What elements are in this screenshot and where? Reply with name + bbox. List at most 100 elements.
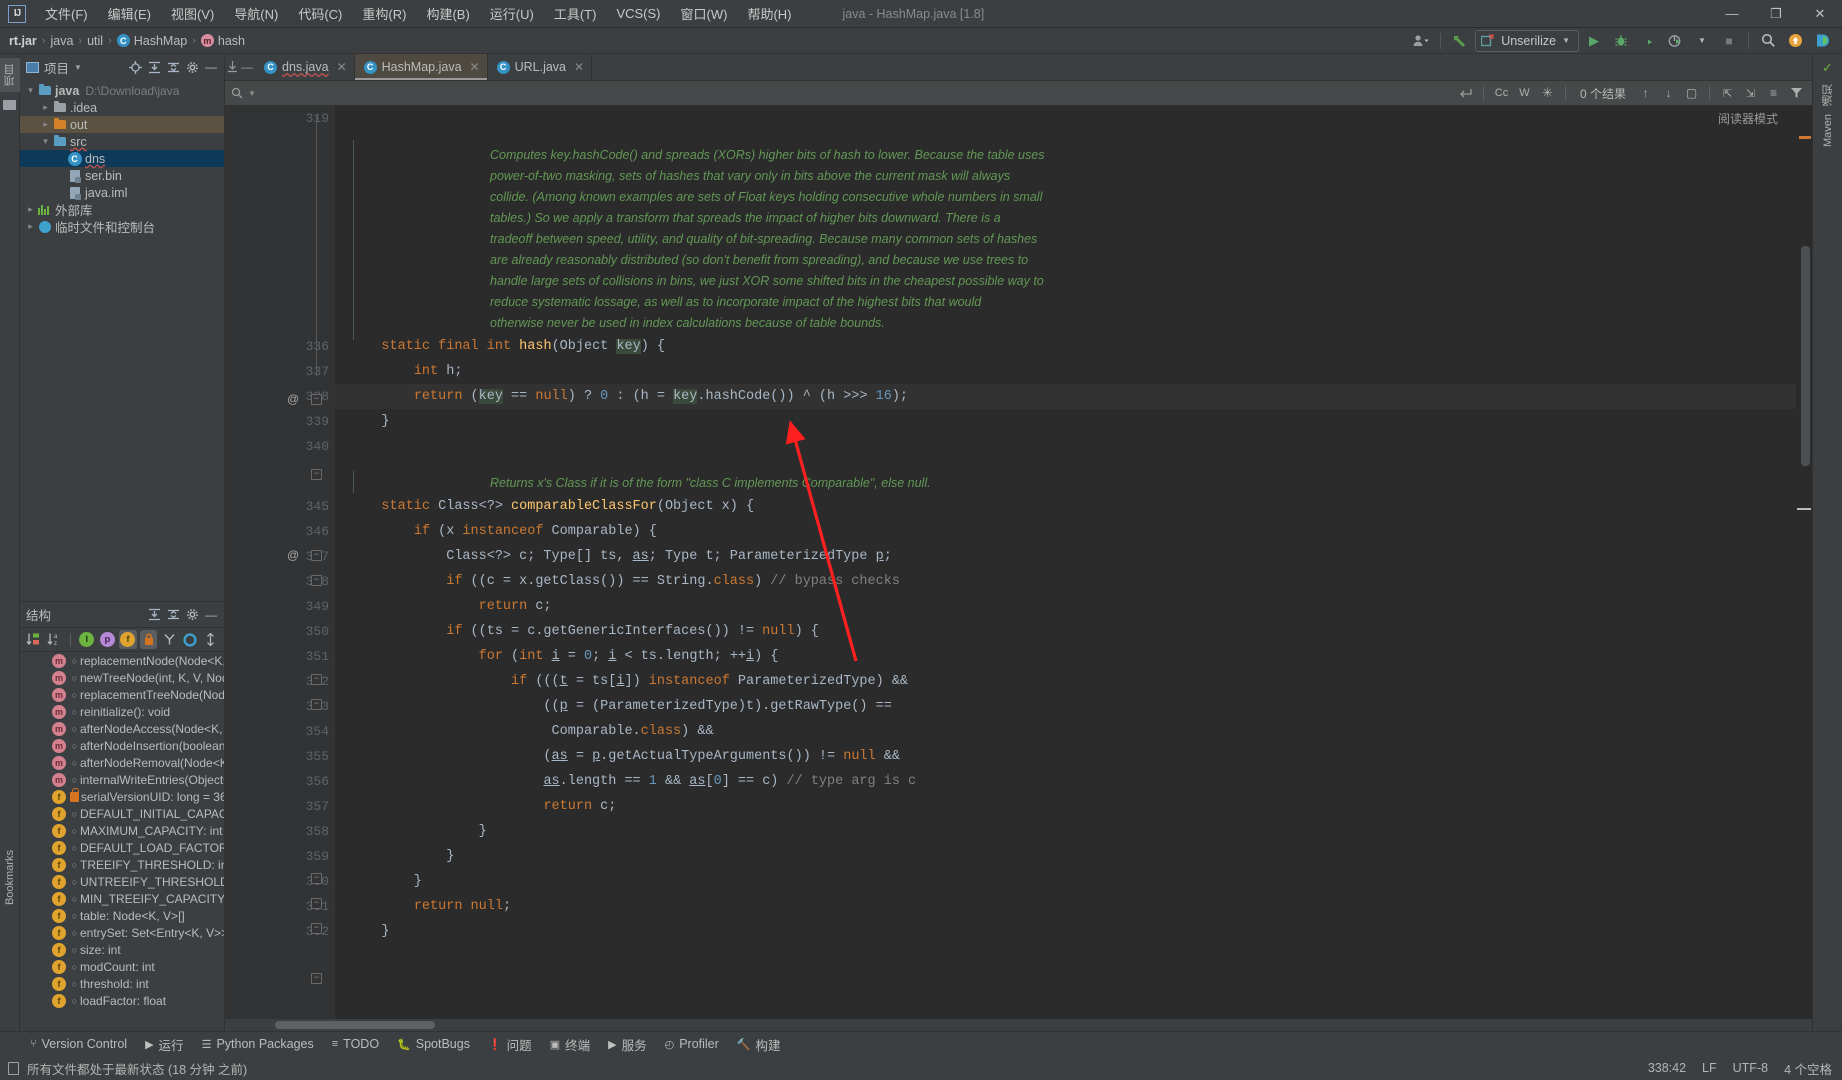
breadcrumb-item-java[interactable]: java [47, 33, 76, 49]
code-fold-icon[interactable]: − [311, 973, 322, 984]
maximize-button[interactable]: ❐ [1754, 0, 1798, 28]
stop-button[interactable]: ■ [1717, 30, 1741, 52]
run-with-coverage-button[interactable] [1636, 30, 1660, 52]
close-icon[interactable]: ✕ [470, 60, 480, 74]
close-icon[interactable]: ✕ [574, 60, 584, 74]
autoscroll-icon[interactable] [181, 630, 199, 649]
structure-item[interactable]: f ○MIN_TREEIFY_CAPACITY: int [20, 890, 224, 907]
sidebar-tab-notifications[interactable]: 通知 [1820, 84, 1836, 106]
hscroll-thumb[interactable] [275, 1021, 435, 1029]
search-everywhere-icon[interactable] [1756, 30, 1780, 52]
menu-code[interactable]: 代码(C) [289, 1, 351, 26]
editor-tab-hashmap-java[interactable]: C HashMap.java ✕ [354, 54, 488, 80]
structure-item[interactable]: m ○ afterNodeInsertion(boolean [20, 737, 224, 754]
regex-toggle[interactable]: ✳ [1538, 84, 1557, 103]
code-line[interactable] [335, 131, 1796, 145]
code-line[interactable]: if ((ts = c.getGenericInterfaces()) != n… [335, 619, 1796, 644]
toolwindow-run[interactable]: ▶ 运行 [137, 1033, 191, 1056]
breadcrumb-item-hashmap[interactable]: C HashMap [114, 33, 191, 49]
structure-item[interactable]: f ○ entrySet: Set<Entry<K, V>> [20, 924, 224, 941]
code-line[interactable]: Comparable.class) && [335, 719, 1796, 744]
menu-help[interactable]: 帮助(H) [738, 1, 800, 26]
structure-item[interactable]: f ○DEFAULT_INITIAL_CAPACITY [20, 805, 224, 822]
structure-item[interactable]: f serialVersionUID: long = 362 [20, 787, 224, 805]
code-line[interactable]: Returns x's Class if it is of the form "… [335, 473, 1796, 494]
breadcrumb-item-rt-jar[interactable]: rt.jar [6, 33, 40, 49]
find-input[interactable]: ▼ [231, 84, 571, 103]
code-line[interactable]: static final int hash(Object key) { [335, 334, 1796, 359]
open-in-find-window-button[interactable]: ≡ [1764, 84, 1783, 103]
expand-all-icon[interactable] [145, 606, 163, 624]
structure-tree[interactable]: m ○ replacementNode(Node<K, m ○ newTreeNode(i… [20, 652, 224, 1031]
code-line[interactable]: } [335, 819, 1796, 844]
find-next-button[interactable]: ↓ [1659, 84, 1678, 103]
code-line[interactable]: if (x instanceof Comparable) { [335, 519, 1796, 544]
find-previous-button[interactable]: ↑ [1636, 84, 1655, 103]
tree-node-src[interactable]: ▾ src [20, 133, 224, 150]
code-line[interactable]: return null; [335, 894, 1796, 919]
toolwindow-problems[interactable]: ❗ 问题 [480, 1033, 540, 1056]
words-toggle[interactable]: W [1515, 84, 1534, 103]
run-button[interactable]: ▶ [1582, 30, 1606, 52]
hide-panel-icon[interactable]: — [202, 606, 220, 624]
code-line[interactable]: return c; [335, 594, 1796, 619]
chevron-down-icon[interactable]: ▼ [1690, 30, 1714, 52]
indent-setting[interactable]: 4 个空格 [1784, 1059, 1832, 1078]
chevron-right-icon[interactable]: ▸ [39, 119, 52, 130]
structure-item[interactable]: f ○ threshold: int [20, 975, 224, 992]
code-line[interactable]: power-of-two masking, sets of hashes tha… [335, 166, 1796, 187]
code-line[interactable]: return c; [335, 794, 1796, 819]
collapse-all-icon[interactable] [164, 606, 182, 624]
notifications-icon[interactable] [1783, 30, 1807, 52]
vertical-scrollbar-thumb[interactable] [1801, 246, 1810, 466]
code-line[interactable]: } [335, 869, 1796, 894]
expand-all-icon[interactable] [145, 58, 163, 76]
menu-tools[interactable]: 工具(T) [545, 1, 606, 26]
scrollbar-gutter[interactable] [1796, 106, 1812, 1019]
minimize-button[interactable]: — [1710, 0, 1754, 28]
menu-refactor[interactable]: 重构(R) [353, 1, 415, 26]
toolwindow-version-control[interactable]: ⑂ Version Control [22, 1035, 135, 1053]
structure-item[interactable]: f ○ table: Node<K, V>[] [20, 907, 224, 924]
code-line[interactable]: } [335, 844, 1796, 869]
code-line[interactable]: otherwise never be used in index calcula… [335, 313, 1796, 334]
run-configuration-selector[interactable]: Unserilize ▼ [1475, 29, 1579, 52]
select-all-occurrences-button[interactable]: ▢ [1682, 84, 1701, 103]
menu-window[interactable]: 窗口(W) [672, 1, 737, 26]
close-icon[interactable]: ✕ [337, 60, 347, 74]
new-line-icon[interactable] [1456, 84, 1475, 103]
structure-item[interactable]: f ○ MAXIMUM_CAPACITY: int = [20, 822, 224, 839]
code-line[interactable]: Class<?> c; Type[] ts, as; Type t; Param… [335, 544, 1796, 569]
tree-node--idea[interactable]: ▸ .idea [20, 99, 224, 116]
sidebar-tab-maven[interactable]: Maven [1822, 114, 1834, 147]
add-selection-button[interactable]: ⇱ [1718, 84, 1737, 103]
update-project-icon[interactable] [1448, 30, 1472, 52]
code-line[interactable]: if ((c = x.getClass()) == String.class) … [335, 569, 1796, 594]
find-text-field[interactable] [260, 86, 571, 100]
sidebar-tab-bookmarks[interactable]: Bookmarks [2, 844, 18, 911]
tree-node-dns[interactable]: Cdns [20, 150, 224, 167]
toolwindow-todo[interactable]: ≡ TODO [324, 1035, 387, 1053]
filter-button[interactable] [1787, 84, 1806, 103]
chevron-right-icon[interactable]: ▸ [24, 204, 37, 215]
chevron-down-icon[interactable]: ▾ [24, 85, 37, 96]
chevron-down-icon[interactable]: ▼ [248, 89, 256, 98]
structure-item[interactable]: m ○ afterNodeRemoval(Node<K [20, 754, 224, 771]
toolwindow-terminal[interactable]: ▣ 终端 [542, 1033, 598, 1056]
reader-mode-label[interactable]: 阅读器模式 [1718, 110, 1778, 127]
code-line[interactable]: ((p = (ParameterizedType)t).getRawType()… [335, 694, 1796, 719]
code-line[interactable]: reduce systematic lossage, as well as to… [335, 292, 1796, 313]
settings-sync-icon[interactable] [1810, 30, 1834, 52]
caret-position[interactable]: 338:42 [1648, 1061, 1686, 1075]
code-line[interactable]: } [335, 409, 1796, 434]
structure-item[interactable]: m ○ newTreeNode(int, K, V, Nod [20, 669, 224, 686]
code-line[interactable]: handle large sets of collisions in bins,… [335, 271, 1796, 292]
sort-alphabetically-icon[interactable]: az [46, 630, 64, 649]
hscroll-track[interactable] [247, 1021, 1812, 1029]
tree-node---------[interactable]: ▸ 临时文件和控制台 [20, 218, 224, 235]
code-line[interactable]: if (((t = ts[i]) instanceof Parameterize… [335, 669, 1796, 694]
chevron-down-icon[interactable]: ▾ [39, 136, 52, 147]
toolwindow-profiler[interactable]: ◴ Profiler [657, 1035, 727, 1053]
structure-item[interactable]: m ○ internalWriteEntries(ObjectC [20, 771, 224, 788]
code-line[interactable]: return (key == null) ? 0 : (h = key.hash… [335, 384, 1796, 409]
